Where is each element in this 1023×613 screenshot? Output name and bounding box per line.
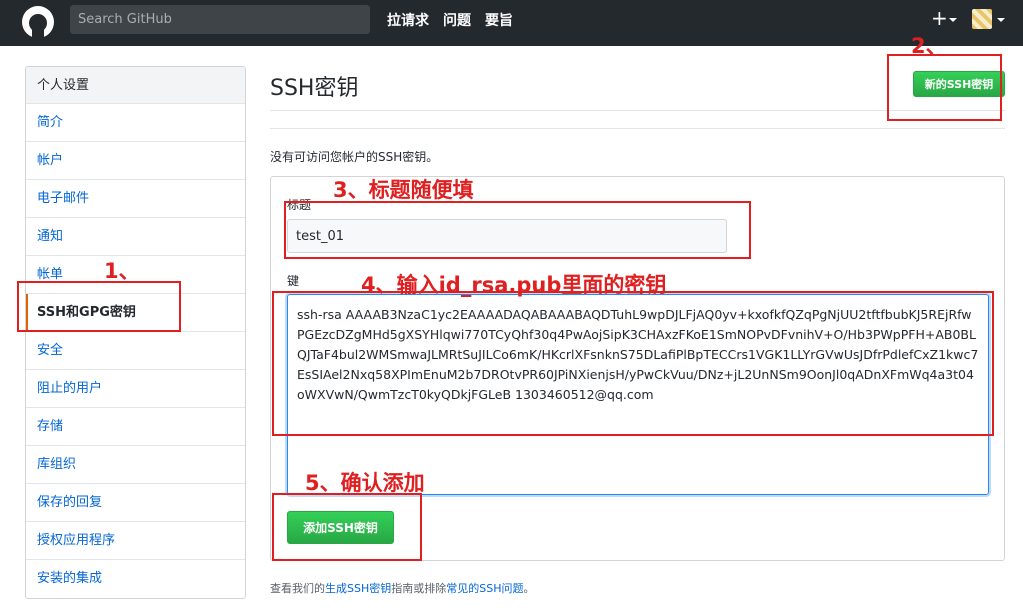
- sidebar-item-blocked-users[interactable]: 阻止的用户: [26, 370, 245, 408]
- page-title: SSH密钥: [270, 76, 359, 101]
- no-keys-message: 没有可访问您帐户的SSH密钥。: [270, 150, 439, 164]
- sidebar-item-installed-integrations[interactable]: 安装的集成: [26, 560, 245, 598]
- chevron-down-icon[interactable]: [997, 18, 1005, 22]
- annotation-step2: 2、: [911, 34, 947, 58]
- sidebar-item-account[interactable]: 帐户: [26, 142, 245, 180]
- sidebar-item-emails[interactable]: 电子邮件: [26, 180, 245, 218]
- github-logo-icon[interactable]: [22, 6, 54, 38]
- annotation-step3: 3、标题随便填: [333, 178, 474, 202]
- footer-help-text: 查看我们的生成SSH密钥指南或排除常见的SSH问题。: [270, 580, 535, 596]
- annotation-step4: 4、输入id_rsa.pub里面的密钥: [361, 273, 667, 297]
- nav-pull-requests[interactable]: 拉请求: [387, 10, 429, 30]
- plus-icon[interactable]: +: [931, 8, 948, 28]
- settings-sidebar: 个人设置 简介 帐户 电子邮件 通知 帐单 SSH和GPG密钥 安全 阻止的用户…: [25, 66, 246, 599]
- sidebar-item-security[interactable]: 安全: [26, 332, 245, 370]
- annotation-step5: 5、确认添加: [305, 471, 425, 495]
- sidebar-item-authorized-apps[interactable]: 授权应用程序: [26, 522, 245, 560]
- section-divider: [270, 128, 1005, 129]
- sidebar-item-notifications[interactable]: 通知: [26, 218, 245, 256]
- footer-prefix: 查看我们的: [270, 582, 325, 595]
- nav-issues[interactable]: 问题: [443, 10, 471, 30]
- sidebar-heading: 个人设置: [26, 67, 245, 104]
- sidebar-item-organizations[interactable]: 库组织: [26, 446, 245, 484]
- search-input[interactable]: [70, 5, 370, 34]
- nav-gists[interactable]: 要旨: [485, 10, 513, 30]
- footer-middle: 指南或排除: [391, 582, 447, 595]
- annotation-box-step3: [284, 201, 751, 259]
- generate-ssh-keys-link[interactable]: 生成SSH密钥: [325, 582, 391, 595]
- annotation-box-step2: [887, 54, 1002, 121]
- common-ssh-problems-link[interactable]: 常见的SSH问题: [446, 582, 523, 595]
- sidebar-item-repositories[interactable]: 存储: [26, 408, 245, 446]
- sidebar-item-saved-replies[interactable]: 保存的回复: [26, 484, 245, 522]
- annotation-step1: 1、: [104, 259, 140, 283]
- footer-suffix: 。: [523, 582, 535, 595]
- top-header: 拉请求 问题 要旨 +: [0, 0, 1023, 46]
- annotation-box-step4: [272, 291, 994, 436]
- chevron-down-icon[interactable]: [949, 18, 957, 22]
- key-label: 键: [287, 274, 300, 288]
- sidebar-item-profile[interactable]: 简介: [26, 104, 245, 142]
- header-nav: 拉请求 问题 要旨: [387, 10, 513, 30]
- annotation-box-step1: [17, 281, 181, 332]
- avatar[interactable]: [972, 9, 992, 29]
- annotation-box-step5: [272, 493, 422, 561]
